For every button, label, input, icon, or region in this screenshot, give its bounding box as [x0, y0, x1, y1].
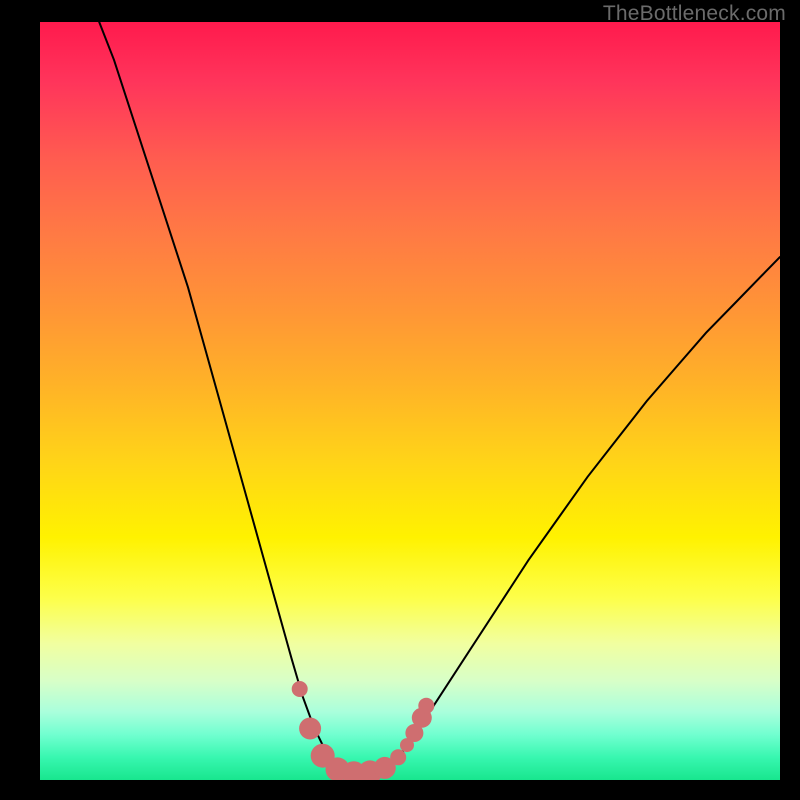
- chart-frame: TheBottleneck.com: [0, 0, 800, 800]
- marker-dot: [299, 718, 321, 740]
- marker-dot: [418, 698, 434, 714]
- curve-layer: [99, 22, 780, 776]
- chart-svg: [40, 22, 780, 780]
- watermark-text: TheBottleneck.com: [603, 2, 786, 26]
- marker-layer: [292, 681, 435, 780]
- bottleneck-curve-path: [99, 22, 780, 776]
- marker-dot: [390, 749, 406, 765]
- plot-area: [40, 22, 780, 780]
- marker-dot: [292, 681, 308, 697]
